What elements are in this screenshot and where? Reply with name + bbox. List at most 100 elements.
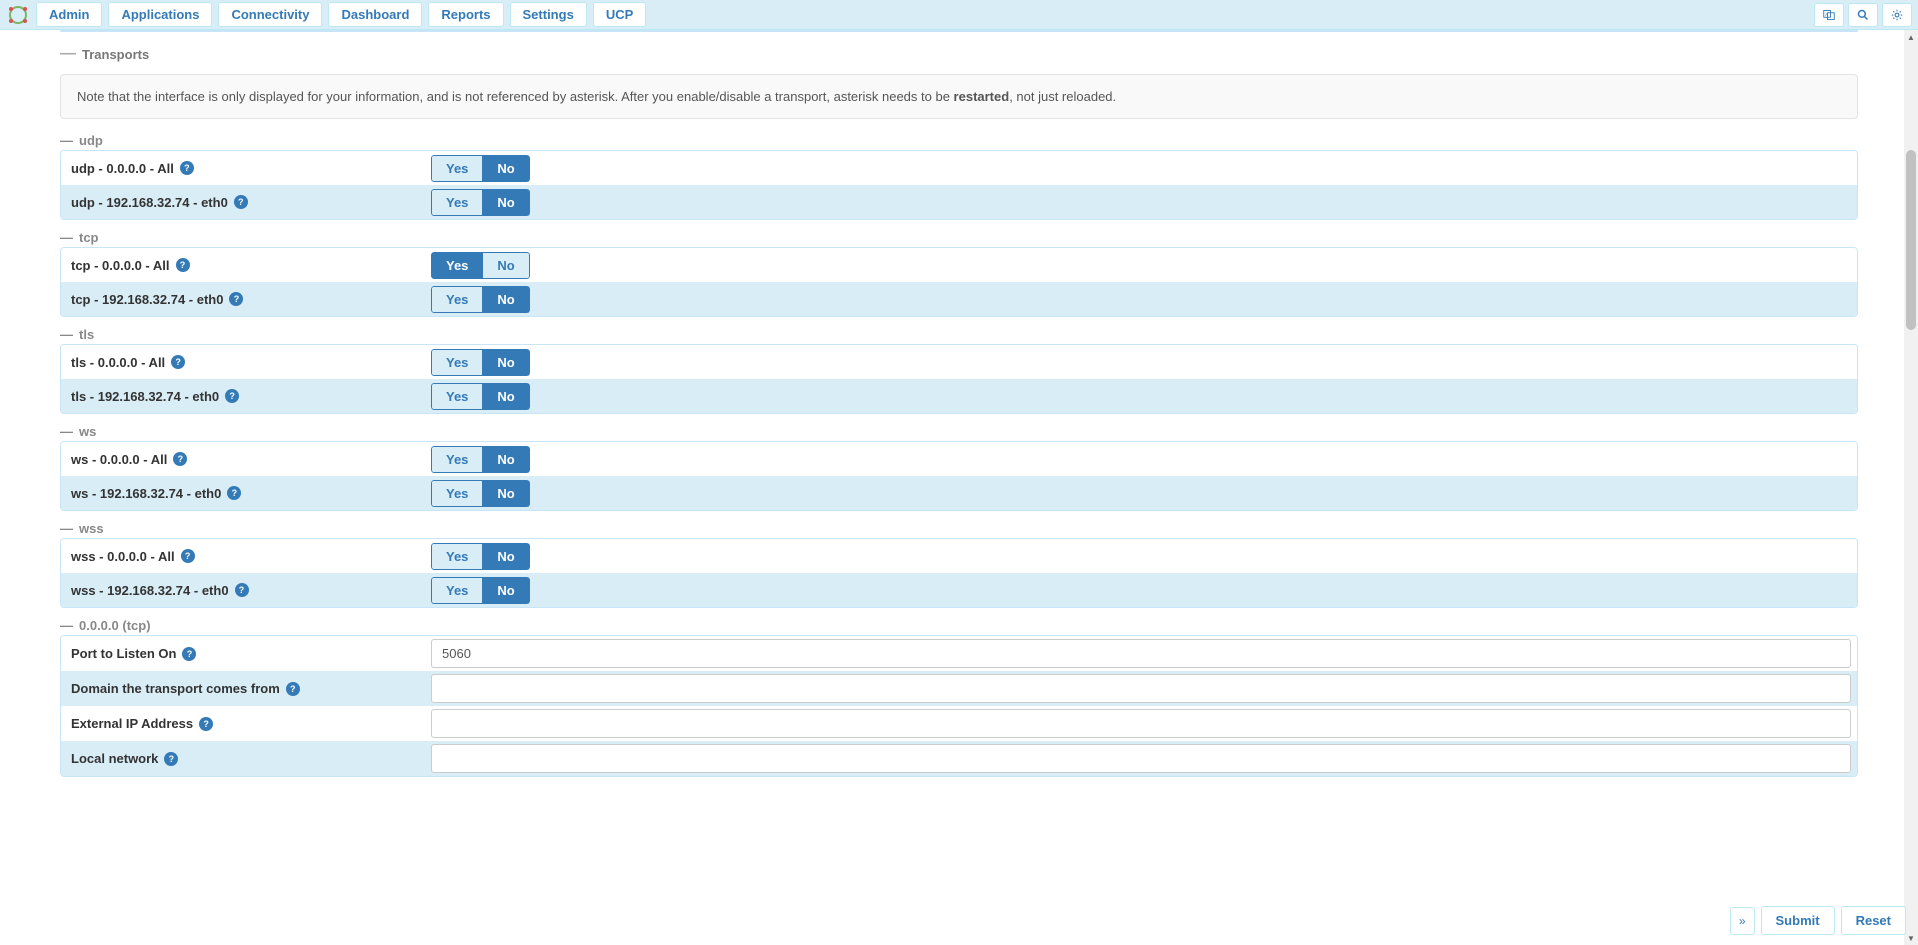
nav-reports[interactable]: Reports xyxy=(428,2,503,27)
help-icon[interactable]: ? xyxy=(181,549,195,563)
help-icon[interactable]: ? xyxy=(199,717,213,731)
toggle-cell: YesNo xyxy=(431,186,1857,219)
tcp-detail-heading[interactable]: — 0.0.0.0 (tcp) xyxy=(60,614,1858,635)
toggle-no[interactable]: No xyxy=(483,577,529,604)
svg-text:A: A xyxy=(1825,11,1828,16)
yes-no-toggle: YesNo xyxy=(431,286,530,313)
toggle-no[interactable]: No xyxy=(483,349,529,376)
nav-dashboard[interactable]: Dashboard xyxy=(328,2,422,27)
toggle-no[interactable]: No xyxy=(483,383,529,410)
field-label: External IP Address ? xyxy=(61,708,431,739)
help-icon[interactable]: ? xyxy=(286,682,300,696)
gear-icon[interactable] xyxy=(1882,3,1912,27)
nav-applications[interactable]: Applications xyxy=(108,2,212,27)
help-icon[interactable]: ? xyxy=(227,486,241,500)
transport-row: wss - 192.168.32.74 - eth0 ?YesNo xyxy=(61,573,1857,607)
yes-no-toggle: YesNo xyxy=(431,480,530,507)
text-input[interactable] xyxy=(431,674,1851,703)
nav-connectivity[interactable]: Connectivity xyxy=(218,2,322,27)
transport-label: udp - 0.0.0.0 - All ? xyxy=(61,153,431,184)
toggle-cell: YesNo xyxy=(431,477,1857,510)
language-icon[interactable]: A xyxy=(1814,3,1844,27)
text-input[interactable] xyxy=(431,709,1851,738)
collapse-icon: — xyxy=(60,521,73,536)
toggle-no[interactable]: No xyxy=(483,480,529,507)
help-icon[interactable]: ? xyxy=(235,583,249,597)
toggle-no[interactable]: No xyxy=(483,252,529,279)
toggle-yes[interactable]: Yes xyxy=(431,349,483,376)
toggle-yes[interactable]: Yes xyxy=(431,252,483,279)
tcp-field-row: Port to Listen On ? xyxy=(61,636,1857,671)
toggle-yes[interactable]: Yes xyxy=(431,480,483,507)
collapse-icon: — xyxy=(60,327,73,342)
prior-panel-bottom xyxy=(60,30,1858,32)
toggle-no[interactable]: No xyxy=(483,189,529,216)
nav-admin[interactable]: Admin xyxy=(36,2,102,27)
group-heading-udp[interactable]: —udp xyxy=(60,129,1858,150)
toggle-yes[interactable]: Yes xyxy=(431,155,483,182)
text-input[interactable] xyxy=(431,744,1851,773)
help-icon[interactable]: ? xyxy=(182,647,196,661)
field-label: Port to Listen On ? xyxy=(61,638,431,669)
toggle-yes[interactable]: Yes xyxy=(431,446,483,473)
transport-row: ws - 192.168.32.74 - eth0 ?YesNo xyxy=(61,476,1857,510)
transport-row: udp - 0.0.0.0 - All ?YesNo xyxy=(61,151,1857,185)
transport-row: ws - 0.0.0.0 - All ?YesNo xyxy=(61,442,1857,476)
group-table-wss: wss - 0.0.0.0 - All ?YesNowss - 192.168.… xyxy=(60,538,1858,608)
yes-no-toggle: YesNo xyxy=(431,252,530,279)
text-input[interactable] xyxy=(431,639,1851,668)
collapse-icon: — xyxy=(60,230,73,245)
toggle-no[interactable]: No xyxy=(483,543,529,570)
scroll-down-icon[interactable]: ▼ xyxy=(1904,931,1918,945)
group-heading-tls[interactable]: —tls xyxy=(60,323,1858,344)
toggle-yes[interactable]: Yes xyxy=(431,189,483,216)
help-icon[interactable]: ? xyxy=(171,355,185,369)
search-icon[interactable] xyxy=(1848,3,1878,27)
transport-label: udp - 192.168.32.74 - eth0 ? xyxy=(61,187,431,218)
group-heading-ws[interactable]: —ws xyxy=(60,420,1858,441)
group-heading-tcp[interactable]: — tcp xyxy=(60,226,1858,247)
transports-heading[interactable]: — Transports xyxy=(60,40,1858,68)
help-icon[interactable]: ? xyxy=(176,258,190,272)
field-input-cell xyxy=(431,636,1857,671)
scroll-up-icon[interactable]: ▲ xyxy=(1904,30,1918,44)
collapse-icon: — xyxy=(60,424,73,439)
toggle-yes[interactable]: Yes xyxy=(431,383,483,410)
transport-row: tcp - 0.0.0.0 - All ?YesNo xyxy=(61,248,1857,282)
toggle-no[interactable]: No xyxy=(483,155,529,182)
field-label: Domain the transport comes from ? xyxy=(61,673,431,704)
help-icon[interactable]: ? xyxy=(234,195,248,209)
toggle-no[interactable]: No xyxy=(483,286,529,313)
transport-label: ws - 0.0.0.0 - All ? xyxy=(61,444,431,475)
group-table-tcp: tcp - 0.0.0.0 - All ?YesNotcp - 192.168.… xyxy=(60,247,1858,317)
transport-row: tls - 192.168.32.74 - eth0 ?YesNo xyxy=(61,379,1857,413)
group-table-ws: ws - 0.0.0.0 - All ?YesNows - 192.168.32… xyxy=(60,441,1858,511)
toggle-cell: YesNo xyxy=(431,574,1857,607)
transport-label: tcp - 0.0.0.0 - All ? xyxy=(61,250,431,281)
toggle-cell: YesNo xyxy=(431,249,1857,282)
help-icon[interactable]: ? xyxy=(180,161,194,175)
help-icon[interactable]: ? xyxy=(164,752,178,766)
expand-footer-icon[interactable]: » xyxy=(1730,907,1755,935)
tcp-field-row: External IP Address ? xyxy=(61,706,1857,741)
help-icon[interactable]: ? xyxy=(173,452,187,466)
help-icon[interactable]: ? xyxy=(229,292,243,306)
group-title: udp xyxy=(79,133,103,148)
nav-ucp[interactable]: UCP xyxy=(593,2,646,27)
toggle-yes[interactable]: Yes xyxy=(431,286,483,313)
group-table-tls: tls - 0.0.0.0 - All ?YesNotls - 192.168.… xyxy=(60,344,1858,414)
nav-settings[interactable]: Settings xyxy=(510,2,587,27)
reset-button[interactable]: Reset xyxy=(1841,906,1906,935)
scroll-thumb[interactable] xyxy=(1906,150,1916,330)
toggle-yes[interactable]: Yes xyxy=(431,543,483,570)
toggle-yes[interactable]: Yes xyxy=(431,577,483,604)
group-heading-wss[interactable]: —wss xyxy=(60,517,1858,538)
submit-button[interactable]: Submit xyxy=(1761,906,1835,935)
toggle-no[interactable]: No xyxy=(483,446,529,473)
scrollbar[interactable]: ▲ ▼ xyxy=(1904,30,1918,945)
collapse-icon: — xyxy=(60,46,76,62)
help-icon[interactable]: ? xyxy=(225,389,239,403)
toggle-cell: YesNo xyxy=(431,443,1857,476)
group-title: tcp xyxy=(79,230,99,245)
field-input-cell xyxy=(431,741,1857,776)
